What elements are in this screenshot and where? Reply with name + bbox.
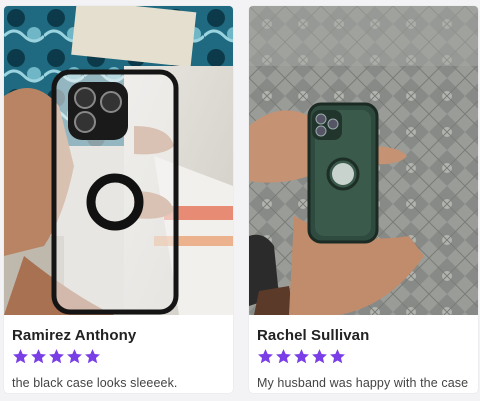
star-icon xyxy=(275,348,292,365)
star-icon xyxy=(293,348,310,365)
star-icon xyxy=(48,348,65,365)
star-icon xyxy=(311,348,328,365)
star-icon xyxy=(12,348,29,365)
review-card[interactable]: Ramirez Anthony the black case looks sle… xyxy=(4,6,233,393)
review-photo[interactable] xyxy=(249,6,478,315)
phone-case-photo-green xyxy=(249,6,478,315)
star-icon xyxy=(257,348,274,365)
reviewer-name: Ramirez Anthony xyxy=(12,327,137,344)
reviewer-name: Rachel Sullivan xyxy=(257,327,370,344)
star-icon xyxy=(66,348,83,365)
review-grid: Ramirez Anthony the black case looks sle… xyxy=(0,0,480,401)
star-rating xyxy=(12,348,225,366)
star-icon xyxy=(30,348,47,365)
star-icon xyxy=(84,348,101,365)
review-card[interactable]: Rachel Sullivan My husband was happy wit… xyxy=(249,6,478,393)
phone-case-photo-black xyxy=(4,6,233,315)
star-rating xyxy=(257,348,470,366)
star-icon xyxy=(329,348,346,365)
review-text: My husband was happy with the case I got… xyxy=(257,376,469,390)
review-text: the black case looks sleeeek. xyxy=(12,376,178,390)
review-photo[interactable] xyxy=(4,6,233,315)
